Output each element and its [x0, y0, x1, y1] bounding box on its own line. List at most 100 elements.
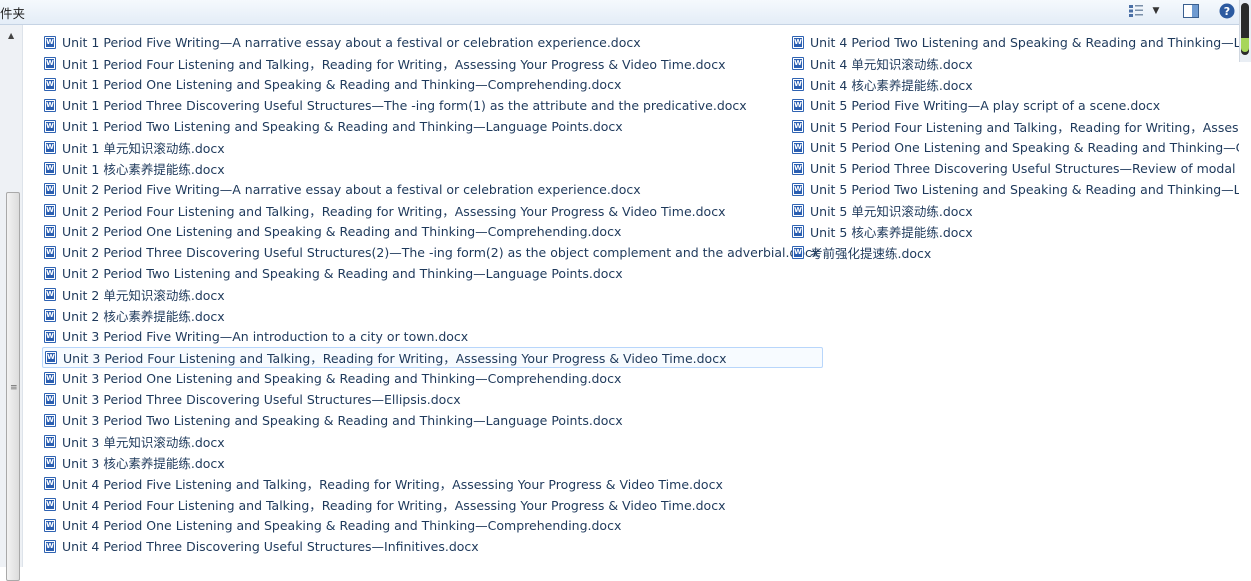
file-name: Unit 5 Period Three Discovering Useful S… — [810, 161, 1239, 176]
file-item[interactable]: Unit 5 Period Three Discovering Useful S… — [790, 158, 1239, 179]
word-document-icon — [792, 99, 804, 112]
vertical-scrollbar[interactable]: ▲ ≡ — [0, 25, 23, 581]
file-name: Unit 2 Period Three Discovering Useful S… — [62, 245, 820, 260]
file-column-2: Unit 4 Period Two Listening and Speaking… — [790, 32, 1239, 263]
file-name: Unit 1 单元知识滚动练.docx — [62, 141, 225, 156]
word-document-icon — [44, 414, 56, 427]
file-item[interactable]: Unit 1 Period Five Writing—A narrative e… — [42, 32, 823, 53]
file-name: Unit 4 Period Four Listening and Talking… — [62, 498, 726, 513]
file-item[interactable]: Unit 4 单元知识滚动练.docx — [790, 53, 1239, 74]
file-item[interactable]: 考前强化提速练.docx — [790, 242, 1239, 263]
word-document-icon — [44, 435, 56, 448]
file-item[interactable]: Unit 4 Period Two Listening and Speaking… — [790, 32, 1239, 53]
file-name: Unit 1 核心素养提能练.docx — [62, 162, 225, 177]
right-scrollbar[interactable] — [1239, 0, 1251, 62]
svg-text:?: ? — [1224, 5, 1230, 18]
file-name: Unit 1 Period Five Writing—A narrative e… — [62, 35, 641, 50]
file-name: Unit 2 Period Two Listening and Speaking… — [62, 266, 623, 281]
file-name: Unit 5 Period Two Listening and Speaking… — [810, 182, 1239, 197]
word-document-icon — [44, 372, 56, 385]
file-name: Unit 4 Period One Listening and Speaking… — [62, 518, 622, 533]
file-name: Unit 4 单元知识滚动练.docx — [810, 57, 973, 72]
file-item[interactable]: Unit 3 Period Two Listening and Speaking… — [42, 410, 823, 431]
word-document-icon — [792, 204, 804, 217]
file-name: Unit 3 单元知识滚动练.docx — [62, 435, 225, 450]
file-item[interactable]: Unit 2 Period Three Discovering Useful S… — [42, 242, 823, 263]
preview-pane-icon[interactable] — [1182, 3, 1200, 19]
word-document-icon — [792, 225, 804, 238]
file-name: Unit 5 核心素养提能练.docx — [810, 225, 973, 240]
word-document-icon — [44, 267, 56, 280]
file-name: Unit 1 Period One Listening and Speaking… — [62, 77, 622, 92]
file-item[interactable]: Unit 5 单元知识滚动练.docx — [790, 200, 1239, 221]
file-item[interactable]: Unit 4 Period Three Discovering Useful S… — [42, 536, 823, 557]
file-item[interactable]: Unit 2 单元知识滚动练.docx — [42, 284, 823, 305]
word-document-icon — [792, 162, 804, 175]
file-item[interactable]: Unit 5 核心素养提能练.docx — [790, 221, 1239, 242]
file-item[interactable]: Unit 4 Period Five Listening and Talking… — [42, 473, 823, 494]
file-item[interactable]: Unit 3 Period Three Discovering Useful S… — [42, 389, 823, 410]
word-document-icon — [44, 99, 56, 112]
file-item[interactable]: Unit 2 Period Two Listening and Speaking… — [42, 263, 823, 284]
scroll-up-arrow-icon[interactable]: ▲ — [8, 31, 14, 40]
word-document-icon — [792, 36, 804, 49]
file-item[interactable]: Unit 5 Period Four Listening and Talking… — [790, 116, 1239, 137]
file-name: Unit 1 Period Three Discovering Useful S… — [62, 98, 747, 113]
word-document-icon — [792, 120, 804, 133]
file-item[interactable]: Unit 2 Period One Listening and Speaking… — [42, 221, 823, 242]
file-name: Unit 2 Period Four Listening and Talking… — [62, 204, 726, 219]
word-document-icon — [45, 351, 57, 364]
file-item[interactable]: Unit 5 Period One Listening and Speaking… — [790, 137, 1239, 158]
chevron-down-icon[interactable]: ▼ — [1149, 3, 1163, 19]
file-item[interactable]: Unit 5 Period Two Listening and Speaking… — [790, 179, 1239, 200]
word-document-icon — [44, 183, 56, 196]
file-item[interactable]: Unit 1 核心素养提能练.docx — [42, 158, 823, 179]
word-document-icon — [44, 120, 56, 133]
file-name: 考前强化提速练.docx — [810, 246, 932, 261]
file-name: Unit 3 Period Five Writing—An introducti… — [62, 329, 469, 344]
file-item[interactable]: Unit 4 Period Four Listening and Talking… — [42, 494, 823, 515]
scrollbar-thumb[interactable]: ≡ — [6, 192, 20, 581]
word-document-icon — [792, 57, 804, 70]
file-item[interactable]: Unit 3 Period Four Listening and Talking… — [42, 347, 824, 368]
file-item[interactable]: Unit 3 核心素养提能练.docx — [42, 452, 823, 473]
word-document-icon — [44, 78, 56, 91]
word-document-icon — [44, 540, 56, 553]
word-document-icon — [792, 78, 804, 91]
word-document-icon — [44, 57, 56, 70]
word-document-icon — [44, 519, 56, 532]
word-document-icon — [44, 204, 56, 217]
file-name: Unit 4 Period Three Discovering Useful S… — [62, 539, 479, 554]
file-name: Unit 5 Period Four Listening and Talking… — [810, 120, 1239, 135]
file-item[interactable]: Unit 3 Period One Listening and Speaking… — [42, 368, 823, 389]
file-item[interactable]: Unit 1 单元知识滚动练.docx — [42, 137, 823, 158]
file-item[interactable]: Unit 4 核心素养提能练.docx — [790, 74, 1239, 95]
word-document-icon — [792, 183, 804, 196]
file-item[interactable]: Unit 5 Period Five Writing—A play script… — [790, 95, 1239, 116]
file-name: Unit 1 Period Four Listening and Talking… — [62, 57, 726, 72]
file-name: Unit 3 核心素养提能练.docx — [62, 456, 225, 471]
file-item[interactable]: Unit 4 Period One Listening and Speaking… — [42, 515, 823, 536]
help-icon[interactable]: ? — [1218, 3, 1236, 19]
view-options-icon[interactable] — [1127, 3, 1145, 19]
file-name: Unit 3 Period Four Listening and Talking… — [63, 351, 727, 366]
file-name: Unit 3 Period Three Discovering Useful S… — [62, 392, 461, 407]
file-name: Unit 2 Period One Listening and Speaking… — [62, 224, 622, 239]
file-name: Unit 2 Period Five Writing—A narrative e… — [62, 182, 641, 197]
word-document-icon — [44, 288, 56, 301]
file-item[interactable]: Unit 1 Period Three Discovering Useful S… — [42, 95, 823, 116]
file-item[interactable]: Unit 3 Period Five Writing—An introducti… — [42, 326, 823, 347]
file-item[interactable]: Unit 1 Period Two Listening and Speaking… — [42, 116, 823, 137]
file-column-1: Unit 1 Period Five Writing—A narrative e… — [42, 32, 824, 557]
word-document-icon — [44, 309, 56, 322]
file-name: Unit 4 Period Two Listening and Speaking… — [810, 35, 1239, 50]
file-name: Unit 5 Period One Listening and Speaking… — [810, 140, 1239, 155]
file-item[interactable]: Unit 1 Period One Listening and Speaking… — [42, 74, 823, 95]
file-item[interactable]: Unit 3 单元知识滚动练.docx — [42, 431, 823, 452]
file-item[interactable]: Unit 2 Period Five Writing—A narrative e… — [42, 179, 823, 200]
file-item[interactable]: Unit 2 Period Four Listening and Talking… — [42, 200, 823, 221]
file-item[interactable]: Unit 2 核心素养提能练.docx — [42, 305, 823, 326]
word-document-icon — [44, 225, 56, 238]
word-document-icon — [792, 141, 804, 154]
file-item[interactable]: Unit 1 Period Four Listening and Talking… — [42, 53, 823, 74]
